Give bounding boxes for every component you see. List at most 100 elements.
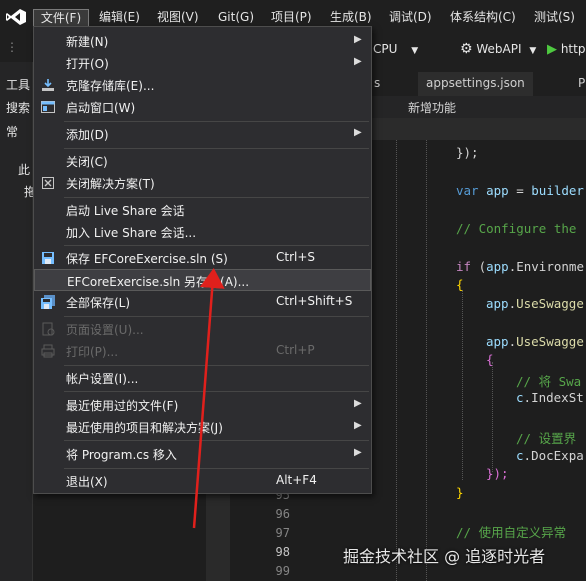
menu-item-label: 添加(D) xyxy=(66,128,109,142)
run-profile-label: http xyxy=(560,42,586,56)
indent-guide xyxy=(396,140,397,581)
submenu-arrow-icon: ▶ xyxy=(354,447,362,458)
gear-icon: ⚙ xyxy=(460,41,473,57)
menu-item-label: 保存 EFCoreExercise.sln (S) xyxy=(66,252,228,266)
indent-guide xyxy=(462,290,463,480)
shortcut-label: Ctrl+S xyxy=(276,250,316,264)
save-icon xyxy=(42,252,54,264)
code-line: app.UseSwagge xyxy=(486,334,584,349)
menu-item-exit[interactable]: 退出(X) Alt+F4 xyxy=(34,470,371,492)
menu-item-new[interactable]: 新建(N) ▶ xyxy=(34,30,371,52)
toolbox-panel: 工具 搜索 常 此 拖 xyxy=(0,62,36,581)
menu-item-recent-files[interactable]: 最近使用过的文件(F) ▶ xyxy=(34,394,371,416)
platform-label: CPU xyxy=(373,42,398,56)
menu-separator xyxy=(64,245,369,246)
menu-item-label: 页面设置(U)... xyxy=(66,323,144,337)
menu-item-recent-projects[interactable]: 最近使用的项目和解决方案(J) ▶ xyxy=(34,416,371,438)
code-line: if (app.Environme xyxy=(456,259,584,274)
whats-new-tab[interactable]: 新增功能 xyxy=(408,99,456,116)
code-line: }); xyxy=(456,145,479,160)
menu-separator xyxy=(64,316,369,317)
menu-architecture[interactable]: 体系结构(C) xyxy=(450,9,516,27)
shortcut-label: Ctrl+P xyxy=(276,343,315,357)
menu-item-move-file[interactable]: 将 Program.cs 移入 ▶ xyxy=(34,443,371,465)
menu-item-label: 打印(P)... xyxy=(66,345,119,359)
menu-separator xyxy=(64,391,369,392)
run-target-label: WebAPI xyxy=(476,42,522,56)
menu-item-label: 新建(N) xyxy=(66,35,109,49)
submenu-arrow-icon: ▶ xyxy=(354,127,362,138)
print-icon xyxy=(41,344,55,358)
page-setup-icon xyxy=(42,322,55,336)
submenu-arrow-icon: ▶ xyxy=(354,420,362,431)
menu-item-label: 退出(X) xyxy=(66,475,108,489)
indent-guide xyxy=(426,140,427,581)
menu-item-label: 将 Program.cs 移入 xyxy=(66,448,177,462)
code-comment: // 设置界 xyxy=(516,431,577,446)
tab-appsettings[interactable]: appsettings.json xyxy=(418,72,533,96)
menu-item-account-settings[interactable]: 帐户设置(I)... xyxy=(34,367,371,389)
toolbox-search[interactable]: 搜索 xyxy=(6,99,30,116)
close-solution-icon xyxy=(42,177,54,189)
menu-item-label: 全部保存(L) xyxy=(66,296,131,310)
menu-item-close[interactable]: 关闭(C) xyxy=(34,150,371,172)
code-line: c.DocExpa xyxy=(516,448,584,463)
line-number: 96 xyxy=(275,507,290,521)
menu-debug[interactable]: 调试(D) xyxy=(389,9,432,27)
platform-dropdown[interactable]: CPU ▼ xyxy=(373,40,418,58)
menu-item-print: 打印(P)... Ctrl+P xyxy=(34,340,371,362)
menu-item-clone-repo[interactable]: 克隆存储库(E)... xyxy=(34,74,371,96)
menu-item-save-as[interactable]: EFCoreExercise.sln 另存为(A)... xyxy=(34,269,371,291)
menu-item-join-live-share[interactable]: 加入 Live Share 会话... xyxy=(34,221,371,243)
code-comment: // 使用自定义异常 xyxy=(456,525,567,540)
save-all-icon xyxy=(41,295,55,309)
shortcut-label: Ctrl+Shift+S xyxy=(276,294,353,308)
menu-item-start-live-share[interactable]: 启动 Live Share 会话 xyxy=(34,199,371,221)
menu-item-label: EFCoreExercise.sln 另存为(A)... xyxy=(67,275,250,289)
menu-separator xyxy=(64,440,369,441)
toolbox-tab[interactable]: 工具 xyxy=(6,76,30,93)
toolbox-empty-note: 此 xyxy=(18,163,31,177)
toolbar-grip-icon: ⋮ xyxy=(6,40,18,54)
menu-item-save-all[interactable]: 全部保存(L) Ctrl+Shift+S xyxy=(34,291,371,313)
indent-guide xyxy=(492,362,493,472)
submenu-arrow-icon: ▶ xyxy=(354,56,362,67)
menu-item-page-setup: 页面设置(U)... xyxy=(34,318,371,340)
menu-item-label: 关闭解决方案(T) xyxy=(66,177,155,191)
menu-git[interactable]: Git(G) xyxy=(218,9,254,27)
menu-item-label: 加入 Live Share 会话... xyxy=(66,226,197,240)
start-window-icon xyxy=(41,101,55,113)
watermark-text: 掘金技术社区 @ 追逐时光者 xyxy=(343,547,546,566)
menu-item-label: 克隆存储库(E)... xyxy=(66,79,155,93)
menu-item-label: 最近使用的项目和解决方案(J) xyxy=(66,421,223,435)
menu-separator xyxy=(64,365,369,366)
menu-item-save[interactable]: 保存 EFCoreExercise.sln (S) Ctrl+S xyxy=(34,247,371,269)
code-comment: // Configure the xyxy=(456,221,577,236)
code-line: app.UseSwagge xyxy=(486,296,584,311)
menu-item-add[interactable]: 添加(D) ▶ xyxy=(34,123,371,145)
file-menu-dropdown: 新建(N) ▶ 打开(O) ▶ 克隆存储库(E)... 启动窗口(W) 添加(D… xyxy=(33,26,372,494)
clone-icon xyxy=(42,79,54,91)
toolbox-group[interactable]: 常 xyxy=(6,123,18,140)
menu-test[interactable]: 测试(S) xyxy=(534,9,575,27)
code-line: c.IndexSt xyxy=(516,390,584,405)
code-line: { xyxy=(486,352,494,367)
code-line: }); xyxy=(486,466,509,481)
menu-project[interactable]: 项目(P) xyxy=(271,9,312,27)
menu-item-label: 启动 Live Share 会话 xyxy=(66,204,185,218)
menu-item-label: 帐户设置(I)... xyxy=(66,372,139,386)
menu-view[interactable]: 视图(V) xyxy=(157,9,199,27)
shortcut-label: Alt+F4 xyxy=(276,473,317,487)
run-target-dropdown[interactable]: ⚙ WebAPI ▼ xyxy=(460,40,536,58)
menu-file[interactable]: 文件(F) xyxy=(33,9,89,27)
menu-build[interactable]: 生成(B) xyxy=(330,9,372,27)
menu-item-close-solution[interactable]: 关闭解决方案(T) xyxy=(34,172,371,194)
tab-properties[interactable]: Pr xyxy=(570,72,586,96)
line-number: 99 xyxy=(275,564,290,578)
start-debug-button[interactable]: ▶ http xyxy=(547,40,585,58)
menu-item-open[interactable]: 打开(O) ▶ xyxy=(34,52,371,74)
menu-edit[interactable]: 编辑(E) xyxy=(99,9,140,27)
menu-separator xyxy=(64,121,369,122)
menu-item-start-window[interactable]: 启动窗口(W) xyxy=(34,96,371,118)
play-icon: ▶ xyxy=(547,42,557,57)
